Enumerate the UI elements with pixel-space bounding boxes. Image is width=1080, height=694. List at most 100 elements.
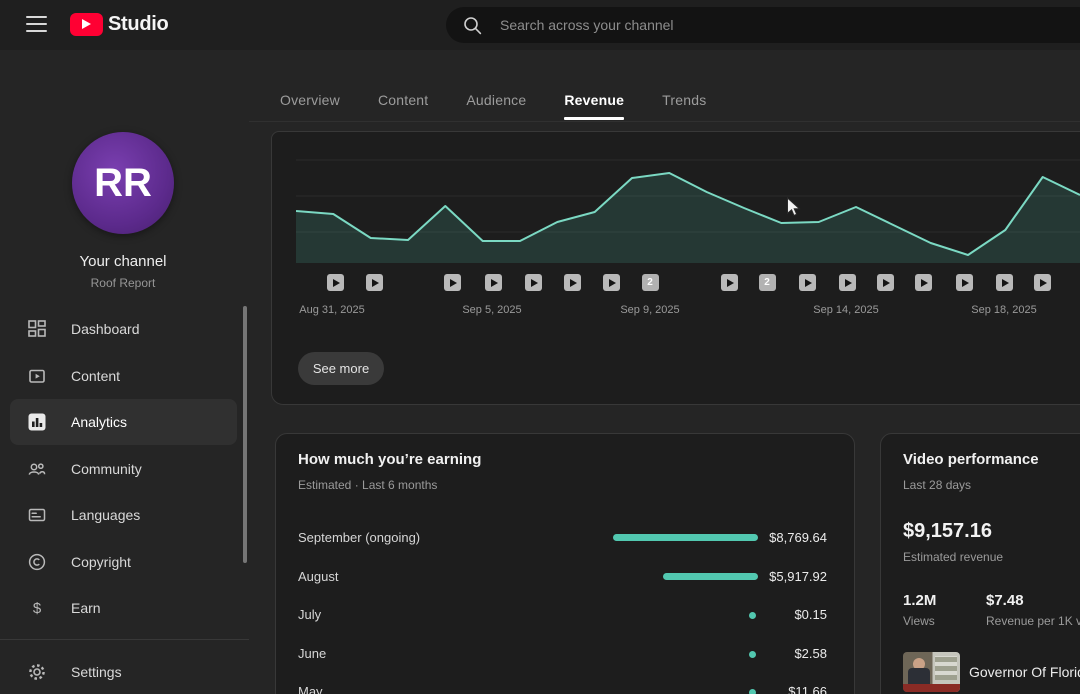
video-count-badge[interactable]: 2 [642,274,659,291]
languages-icon [27,505,47,525]
youtube-studio-window: Studio Search across your channel RR You… [0,0,1080,694]
month-label: May [298,684,323,694]
earnings-amount: $5,917.92 [769,569,827,584]
month-label: August [298,569,338,584]
video-marker-thumbnail[interactable] [1034,274,1051,291]
sidebar-item-content[interactable]: Content [10,353,237,399]
sidebar-divider [0,639,249,640]
sidebar-item-label: Community [71,461,142,477]
earnings-bar [663,573,758,580]
video-marker-thumbnail[interactable] [366,274,383,291]
earnings-dot [749,651,756,658]
sidebar-item-earn[interactable]: $Earn [10,585,237,631]
sidebar-item-community[interactable]: Community [10,446,237,492]
play-icon [450,279,457,287]
earnings-row-june: June$2.58 [276,644,856,664]
sidebar-item-label: Languages [71,507,140,523]
top-video-thumbnail[interactable] [903,652,960,692]
x-axis-date-label: Aug 31, 2025 [282,304,382,316]
play-icon [491,279,498,287]
tab-audience[interactable]: Audience [466,80,526,120]
earnings-card-title: How much you’re earning [298,451,481,468]
earnings-row-july: July $0.15 [276,605,856,625]
channel-title: Your channel [0,253,246,270]
earnings-amount: $0.15 [794,607,827,622]
video-performance-subtitle: Last 28 days [903,478,971,492]
earnings-row-august: August $5,917.92 [276,567,856,587]
tab-trends[interactable]: Trends [662,80,706,120]
analytics-icon [27,412,47,432]
video-marker-thumbnail[interactable] [956,274,973,291]
month-label: July [298,607,321,622]
sidebar-item-dashboard[interactable]: Dashboard [10,306,237,352]
content-icon [27,366,47,386]
earnings-card: How much you’re earning Estimated · Last… [275,433,855,694]
revenue-line-chart[interactable] [296,140,1080,264]
earnings-amount: $2.58 [794,646,827,661]
x-axis-date-label: Sep 14, 2025 [796,304,896,316]
studio-brand: Studio [108,13,168,36]
top-video-title[interactable]: Governor Of Florida [969,652,1080,692]
video-performance-card: Video performance Last 28 days $9,157.16… [880,433,1080,694]
earn-icon: $ [27,598,47,618]
dashboard-icon [27,319,47,339]
x-axis-date-label: Sep 18, 2025 [954,304,1054,316]
video-count-badge[interactable]: 2 [759,274,776,291]
estimated-revenue-label: Estimated revenue [903,550,1003,564]
revenue-chart-card: 2 2 Aug 31, 2025 Sep 5, 2025 Sep 9, 2025 Sep… [271,131,1080,405]
video-performance-title: Video performance [903,451,1039,468]
video-marker-thumbnail[interactable] [525,274,542,291]
search-icon [463,16,482,35]
play-icon [531,279,538,287]
youtube-logo-icon[interactable] [70,13,103,36]
tab-overview[interactable]: Overview [280,80,340,120]
video-marker-thumbnail[interactable] [996,274,1013,291]
play-icon [921,279,928,287]
earnings-dot [749,689,756,694]
tab-revenue[interactable]: Revenue [564,80,624,120]
video-marker-thumbnail[interactable] [485,274,502,291]
video-marker-thumbnail[interactable] [721,274,738,291]
sidebar-item-label: Copyright [71,554,131,570]
play-icon [962,279,969,287]
channel-avatar[interactable]: RR [72,132,174,234]
views-stat: 1.2M Views [903,592,936,628]
earnings-amount: $11.66 [788,684,827,694]
sidebar-item-label: Analytics [71,414,127,430]
video-marker-thumbnail[interactable] [327,274,344,291]
play-icon [727,279,734,287]
earnings-card-subtitle: Estimated · Last 6 months [298,478,437,492]
x-axis-date-label: Sep 5, 2025 [442,304,542,316]
video-marker-thumbnail[interactable] [799,274,816,291]
earnings-amount: $8,769.64 [769,530,827,545]
play-icon [883,279,890,287]
month-label: September (ongoing) [298,530,420,545]
tab-content[interactable]: Content [378,80,428,120]
video-marker-thumbnail[interactable] [603,274,620,291]
video-marker-thumbnail[interactable] [877,274,894,291]
tab-bar-divider [249,121,1080,122]
sidebar-item-copyright[interactable]: Copyright [10,539,237,585]
analytics-tab-bar: Overview Content Audience Revenue Trends [249,80,1080,120]
video-marker-thumbnail[interactable] [564,274,581,291]
svg-text:$: $ [33,600,42,617]
menu-icon[interactable] [26,16,47,33]
channel-name: Roof Report [0,276,246,290]
sidebar-item-languages[interactable]: Languages [10,492,237,538]
play-icon [845,279,852,287]
video-marker-thumbnail[interactable] [915,274,932,291]
video-marker-thumbnail[interactable] [839,274,856,291]
sidebar-item-analytics[interactable]: Analytics [10,399,237,445]
sidebar-item-label: Settings [71,664,122,680]
video-marker-thumbnail[interactable] [444,274,461,291]
sidebar-item-settings[interactable]: Settings [10,649,237,694]
search-input[interactable]: Search across your channel [446,7,1080,43]
sidebar: RR Your channel Roof Report Dashboard Con… [0,50,249,694]
sidebar-scrollbar[interactable] [243,306,247,563]
see-more-button[interactable]: See more [298,352,384,385]
x-axis-date-label: Sep 9, 2025 [600,304,700,316]
play-icon [1002,279,1009,287]
sidebar-item-label: Content [71,368,120,384]
play-icon [570,279,577,287]
copyright-icon [27,552,47,572]
